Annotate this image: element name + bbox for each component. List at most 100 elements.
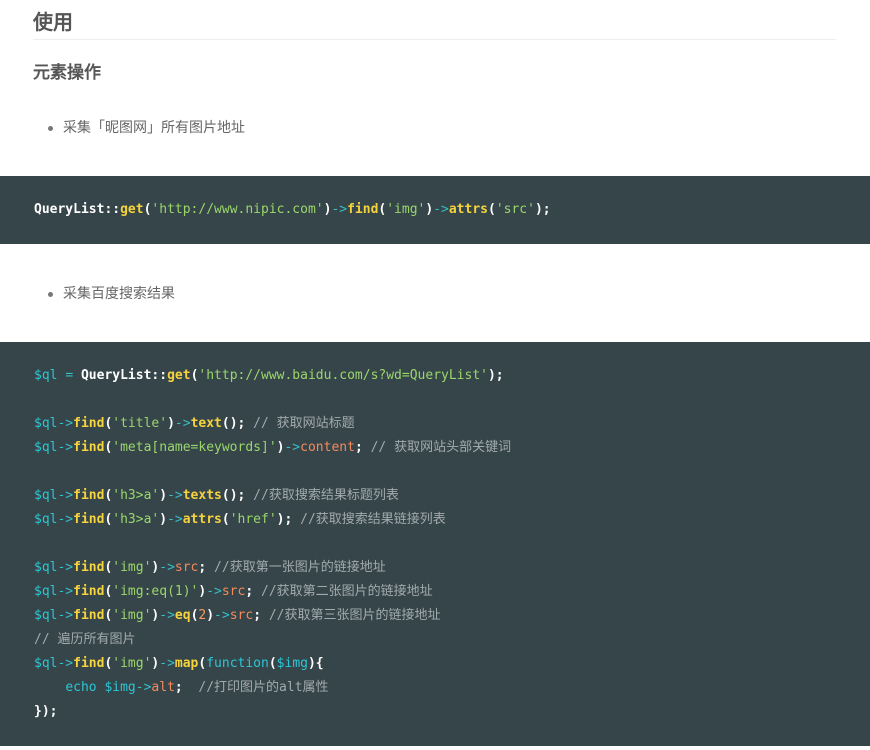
code-token: $img [276,656,308,671]
code-line: QueryList::get('http://www.nipic.com')->… [34,198,870,222]
code-token: //获取第二张图片的链接地址 [253,584,433,599]
code-token: 'img' [112,560,152,575]
code-line: $ql->find('img')->eq(2)->src; //获取第三张图片的… [34,604,870,628]
code-token: }); [34,704,58,719]
code-token: ( [488,202,496,217]
code-token: :: [104,202,121,217]
code-token: ( [268,656,277,671]
code-token: ) [159,488,168,503]
code-token: = [65,368,74,383]
code-token: -> [57,584,74,599]
code-token: -> [159,656,175,671]
document-page: 使用 元素操作 采集「昵图网」所有图片地址 QueryList::get('ht… [0,0,870,750]
code-token: attrs [448,202,488,217]
code-token: ; [253,608,262,623]
code-token: texts [182,488,222,503]
code-token: content [300,440,355,455]
code-token: $ql [34,368,58,383]
code-token: $ql [34,656,58,671]
code-token: echo [65,680,97,695]
list-item: 采集百度搜索结果 [48,284,175,304]
heading-divider [33,39,836,40]
code-token: -> [167,488,183,503]
code-token: $ql [34,584,58,599]
code-token: -> [284,440,301,455]
code-token: QueryList [80,368,152,383]
code-token: eq [174,608,191,623]
code-token: ) [167,416,175,431]
code-token: map [174,656,199,671]
code-token: attrs [182,512,222,527]
code-line: $ql->find('img')->src; //获取第一张图片的链接地址 [34,556,870,580]
code-token: get [167,368,191,383]
code-token: text [190,416,222,431]
code-token: -> [57,608,74,623]
code-token: find [73,656,105,671]
code-token: src [229,608,254,623]
code-token: find [73,584,105,599]
code-token: 'meta[name=keywords]' [112,440,277,455]
code-token: 'img:eq(1)' [112,584,199,599]
code-token: find [73,512,105,527]
code-token: // 获取网站头部关键词 [362,440,512,455]
code-line: $ql = QueryList::get('http://www.baidu.c… [34,364,870,388]
code-line: $ql->find('title')->text(); // 获取网站标题 [34,412,870,436]
code-token: -> [159,608,175,623]
code-token: ; [245,584,254,599]
code-line: }); [34,700,870,724]
code-token: //获取搜索结果标题列表 [245,488,399,503]
code-token: ){ [307,656,324,671]
code-line: $ql->find('img:eq(1)')->src; //获取第二张图片的链… [34,580,870,604]
list-item: 采集「昵图网」所有图片地址 [48,118,245,138]
code-token: ( [221,512,230,527]
code-token: find [73,608,105,623]
code-token: // 获取网站标题 [245,416,355,431]
code-token: $ql [34,488,58,503]
code-line: $ql->find('meta[name=keywords]')->conten… [34,436,870,460]
code-token: -> [57,560,74,575]
code-line: echo $img->alt; //打印图片的alt属性 [34,676,870,700]
code-token: src [221,584,246,599]
code-token: 'http://www.nipic.com' [151,202,324,217]
code-block: QueryList::get('http://www.nipic.com')->… [0,176,870,244]
code-token: $ql [34,440,58,455]
code-token: //获取第三张图片的链接地址 [261,608,441,623]
code-line: // 遍历所有图片 [34,628,870,652]
code-token: 'title' [112,416,168,431]
code-token: -> [167,512,183,527]
code-token: find [73,440,105,455]
code-token: find [73,416,105,431]
code-token: 'src' [495,202,535,217]
code-token: find [73,488,105,503]
code-token: 'h3>a' [112,488,160,503]
code-token: 'img' [386,202,426,217]
code-token: src [174,560,199,575]
code-token: -> [206,584,222,599]
code-token: 'http://www.baidu.com/s?wd=QueryList' [198,368,488,383]
code-token: $ql [34,560,58,575]
code-block: $ql = QueryList::get('http://www.baidu.c… [0,342,870,746]
code-token: //获取搜索结果链接列表 [292,512,446,527]
code-token: -> [159,560,175,575]
code-token: // 遍历所有图片 [34,632,136,647]
list-item-text: 采集百度搜索结果 [63,286,175,302]
code-token: ); [534,202,551,217]
code-token: $ql [34,416,58,431]
code-token: -> [57,488,74,503]
code-token: ); [276,512,293,527]
code-token: $ql [34,608,58,623]
code-token: alt [151,680,175,695]
code-token: ) [159,512,168,527]
code-token: 'href' [229,512,277,527]
code-token: 'img' [112,608,152,623]
code-token: $ql [34,512,58,527]
code-token: -> [214,608,230,623]
code-line: $ql->find('h3>a')->attrs('href'); //获取搜索… [34,508,870,532]
bullet-icon [48,125,53,131]
code-line: $ql->find('img')->map(function($img){ [34,652,870,676]
section-heading: 使用 [33,10,73,34]
code-token: ; [174,680,183,695]
